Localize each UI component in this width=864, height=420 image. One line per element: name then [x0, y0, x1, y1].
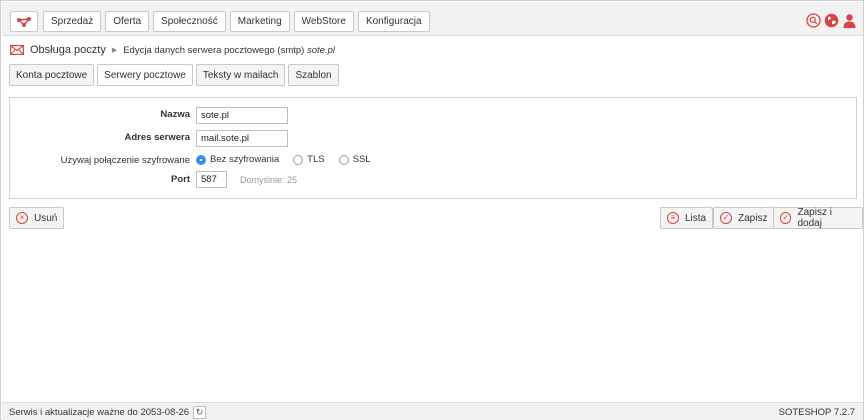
server-address-label: Adres serwera: [124, 132, 190, 143]
check-icon: ✓: [720, 212, 732, 224]
encryption-label: Używaj połączenie szyfrowane: [60, 155, 190, 166]
section-tabs: Konta pocztowe Serwery pocztowe Teksty w…: [9, 64, 339, 86]
search-icon[interactable]: [805, 12, 821, 28]
save-and-add-button-label: Zapisz i dodaj: [797, 207, 832, 229]
breadcrumb-current: Edycja danych serwera pocztowego (smtp) …: [123, 45, 335, 56]
radio-ssl-label: SSL: [352, 154, 371, 165]
network-logo-icon: [17, 16, 31, 27]
menu-item-webstore[interactable]: WebStore: [293, 11, 354, 32]
globe-icon[interactable]: [823, 12, 839, 28]
breadcrumb-current-prefix: Edycja danych serwera pocztowego (smtp): [123, 44, 305, 56]
save-and-add-button[interactable]: ✓ Zapisz i dodaj: [773, 207, 863, 229]
port-input[interactable]: 587: [196, 171, 227, 188]
radio-no-encryption-dot[interactable]: [196, 154, 206, 165]
name-input[interactable]: sote.pl: [196, 107, 288, 124]
user-icon[interactable]: [841, 12, 857, 28]
service-status: Serwis i aktualizacje ważne do 2053-08-2…: [9, 406, 207, 419]
version-label: SOTESHOP 7.2.7: [778, 407, 855, 418]
server-address-input[interactable]: mail.sote.pl: [196, 130, 288, 147]
port-default-hint: Domyślnie: 25: [240, 175, 298, 185]
radio-ssl[interactable]: SSL: [338, 154, 371, 165]
delete-button-label: Usuń: [34, 212, 58, 224]
tab-konta-pocztowe[interactable]: Konta pocztowe: [9, 64, 95, 86]
breadcrumb-title[interactable]: Obsługa poczty: [30, 44, 106, 56]
service-validity-text: Serwis i aktualizacje ważne do 2053-08-2…: [9, 407, 190, 418]
save-button[interactable]: ✓ Zapisz: [713, 207, 775, 229]
breadcrumb-current-name: sote.pl: [306, 44, 335, 56]
check-icon: ✓: [780, 212, 792, 224]
delete-button[interactable]: × Usuń: [9, 207, 65, 229]
tab-szablon[interactable]: Szablon: [288, 64, 339, 86]
breadcrumb-arrow-icon: ▶: [111, 47, 118, 54]
app-window: Sprzedaż Oferta Społeczność Marketing We…: [0, 0, 864, 420]
menu-item-konfiguracja[interactable]: Konfiguracja: [357, 11, 430, 32]
port-label: Port: [171, 174, 190, 185]
envelope-icon: [10, 45, 24, 55]
encryption-radio-group: Bez szyfrowania TLS SSL: [196, 154, 371, 165]
delete-x-icon: ×: [16, 212, 28, 224]
radio-tls-dot[interactable]: [293, 154, 304, 165]
breadcrumb: Obsługa poczty ▶ Edycja danych serwera p…: [10, 43, 335, 57]
radio-tls-label: TLS: [307, 154, 325, 165]
main-menu: Sprzedaż Oferta Społeczność Marketing We…: [43, 11, 430, 32]
tab-serwery-pocztowe[interactable]: Serwery pocztowe: [97, 64, 193, 86]
refresh-icon[interactable]: ↻: [193, 406, 207, 419]
top-right-icons: [805, 12, 857, 28]
radio-no-encryption-label: Bez szyfrowania: [210, 154, 280, 165]
menu-item-marketing[interactable]: Marketing: [229, 11, 290, 32]
status-footer: Serwis i aktualizacje ważne do 2053-08-2…: [2, 402, 863, 420]
list-button[interactable]: ≡ Lista: [660, 207, 714, 229]
menu-item-spolecznosc[interactable]: Społeczność: [153, 11, 226, 32]
smtp-server-form: Nazwa sote.pl Adres serwera mail.sote.pl…: [9, 97, 857, 199]
menu-item-sprzedaz[interactable]: Sprzedaż: [43, 11, 102, 32]
radio-ssl-dot[interactable]: [338, 154, 349, 165]
top-navigation-bar: Sprzedaż Oferta Społeczność Marketing We…: [2, 2, 863, 36]
tab-teksty-w-mailach[interactable]: Teksty w mailach: [195, 64, 286, 86]
radio-no-encryption[interactable]: Bez szyfrowania: [196, 154, 279, 165]
save-button-label: Zapisz: [738, 212, 768, 224]
menu-item-oferta[interactable]: Oferta: [105, 11, 150, 32]
list-icon: ≡: [667, 212, 679, 224]
name-label: Nazwa: [160, 109, 190, 120]
radio-tls[interactable]: TLS: [293, 154, 325, 165]
list-button-label: Lista: [685, 212, 707, 224]
home-logo-button[interactable]: [10, 11, 38, 32]
